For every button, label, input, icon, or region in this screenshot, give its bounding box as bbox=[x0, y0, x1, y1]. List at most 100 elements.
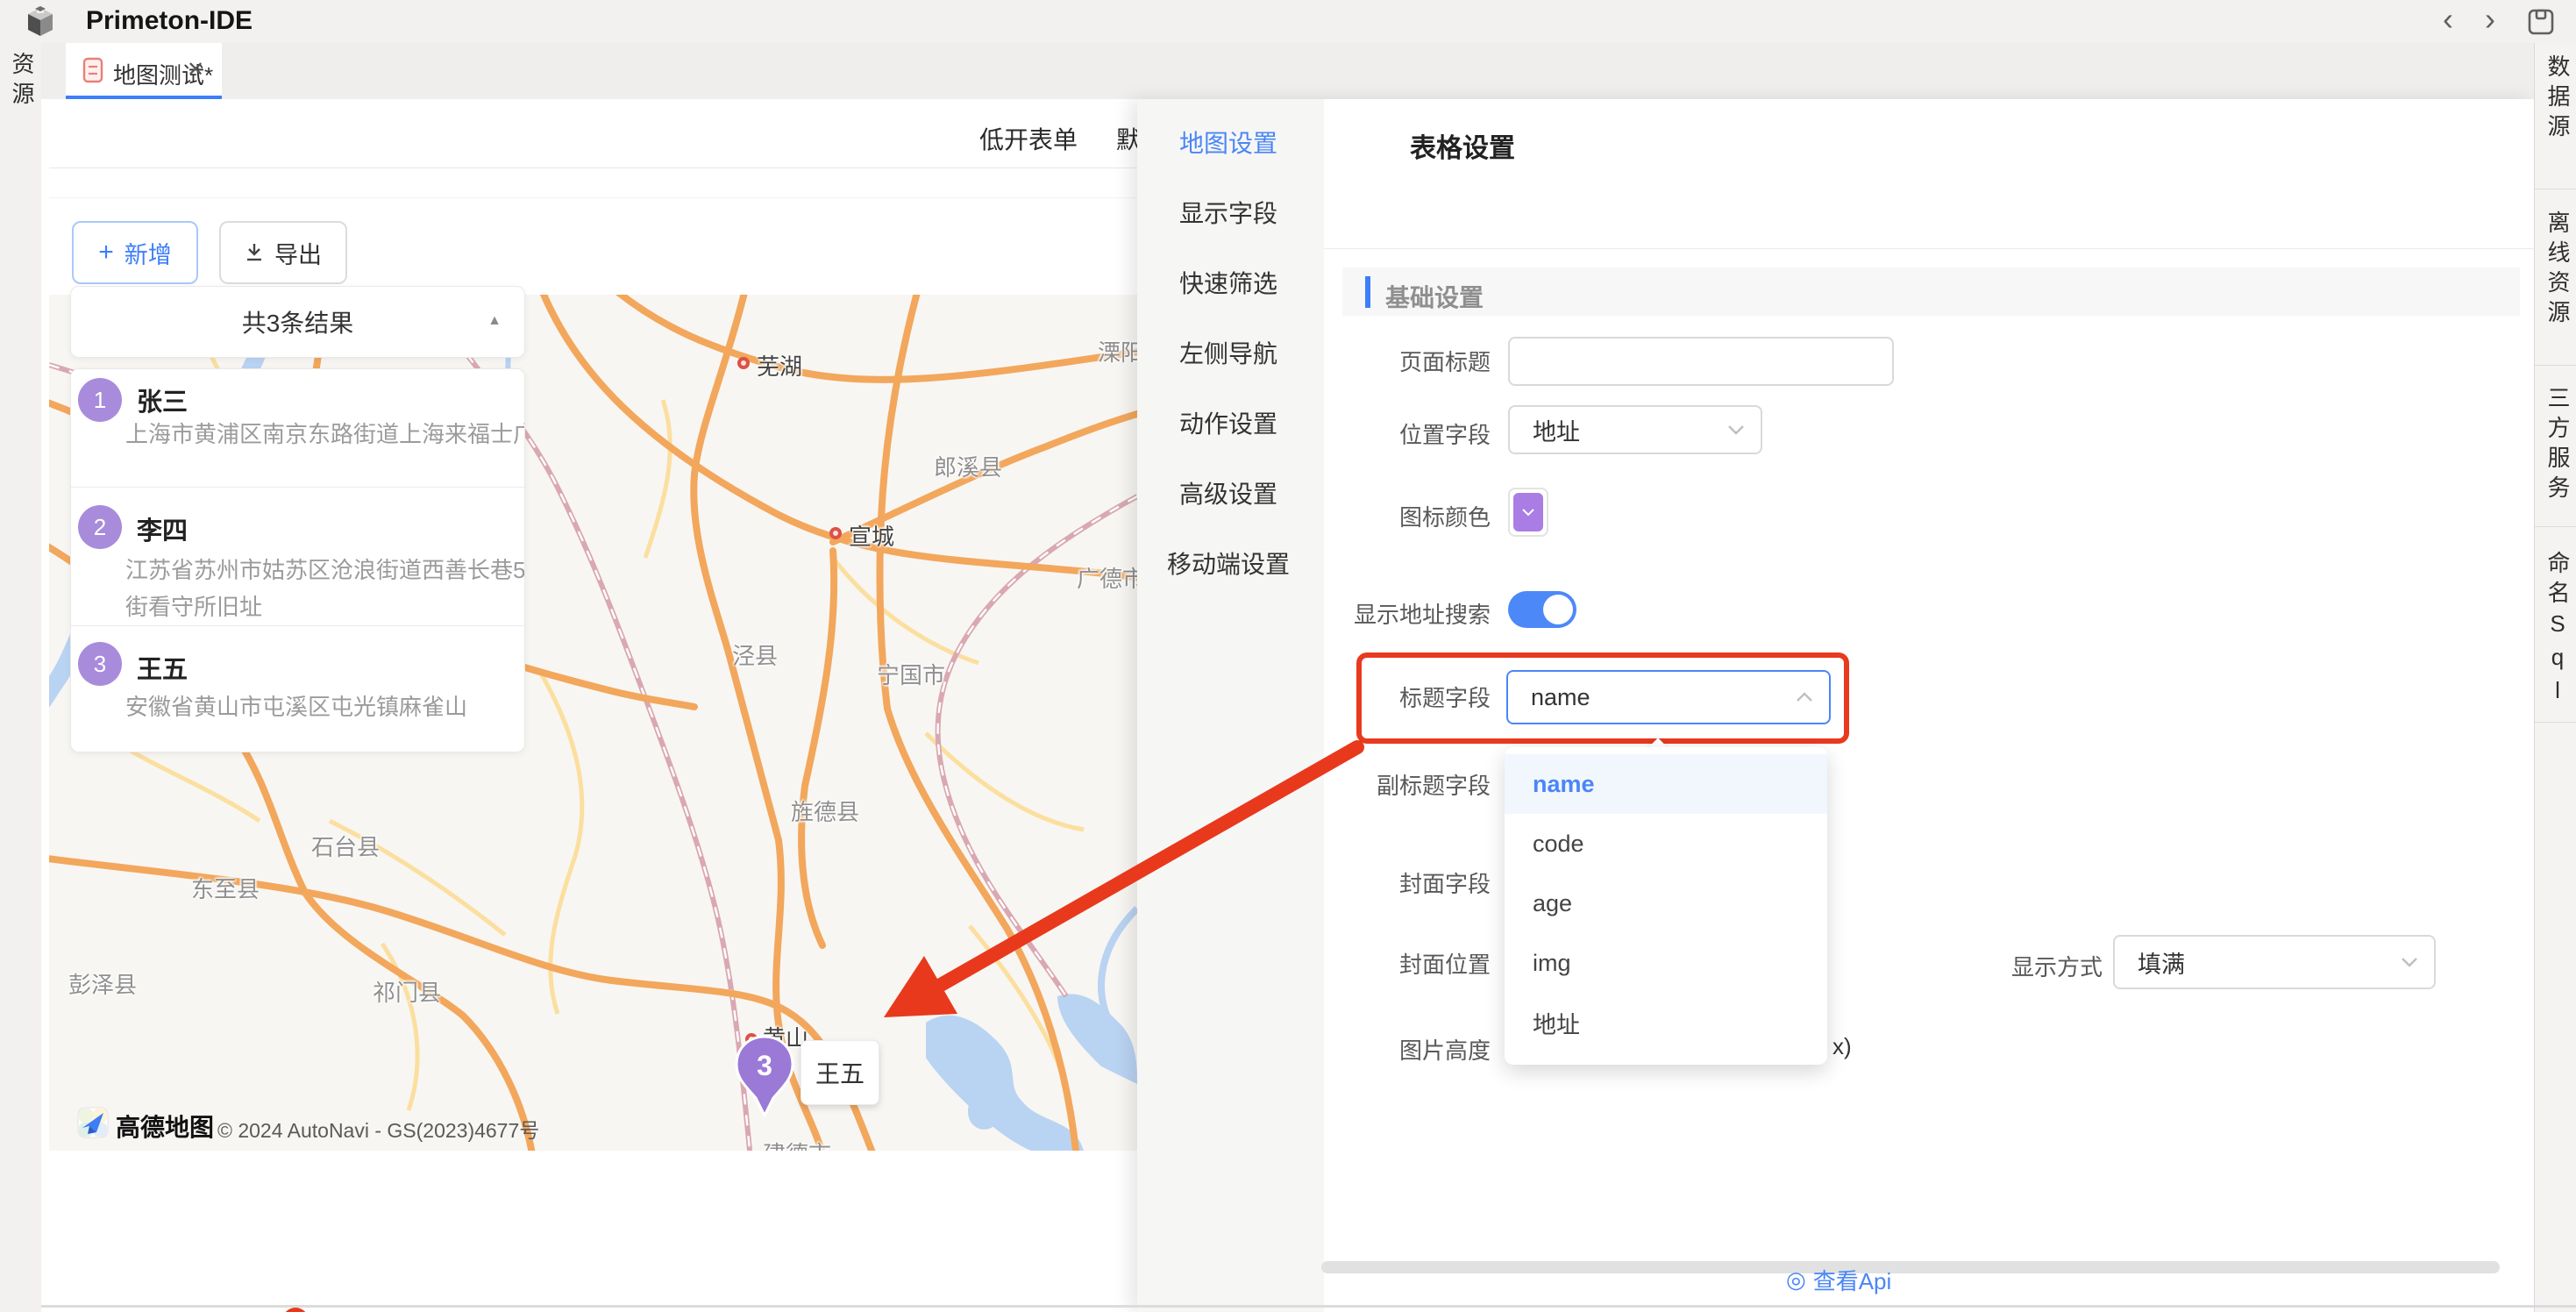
dropdown-option-img[interactable]: img bbox=[1505, 933, 1827, 993]
left-rail: 资源 bbox=[0, 43, 42, 1312]
add-button-label: 新增 bbox=[125, 236, 172, 270]
settings-nav-fields[interactable]: 显示字段 bbox=[1179, 195, 1277, 230]
view-api-link[interactable]: ◎ 查看Api bbox=[1786, 1264, 1891, 1296]
app-title: Primeton-IDE bbox=[86, 6, 253, 36]
eye-icon: ◎ bbox=[1786, 1266, 1806, 1294]
dropdown-option-age[interactable]: age bbox=[1505, 873, 1827, 933]
app-window: Primeton-IDE ‹ › 资源 地图测试* ✕ 低开表单 默 + 新增 bbox=[0, 0, 2576, 1312]
right-rail-item-thirdparty[interactable]: 三方服务 bbox=[2544, 386, 2571, 505]
history-back-button[interactable]: ‹ bbox=[2443, 0, 2453, 39]
item-address-line1: 江苏省苏州市姑苏区沧浪街道西善长巷5号司前 bbox=[125, 553, 525, 585]
section-accent-bar bbox=[1365, 276, 1370, 308]
amap-logo-icon bbox=[77, 1107, 109, 1138]
results-summary-text: 共3条结果 bbox=[242, 304, 354, 339]
address-search-toggle[interactable] bbox=[1508, 591, 1576, 628]
field-label-title-field: 标题字段 bbox=[1280, 681, 1491, 713]
map-label-county: 东至县 bbox=[191, 872, 260, 904]
map-label-county: 彭泽县 bbox=[68, 967, 137, 1000]
location-field-value: 地址 bbox=[1533, 413, 1580, 447]
left-rail-item-resources[interactable]: 资源 bbox=[9, 52, 35, 111]
page-title-input[interactable] bbox=[1508, 337, 1894, 386]
settings-nav-advanced[interactable]: 高级设置 bbox=[1179, 475, 1277, 510]
settings-nav-filter[interactable]: 快速筛选 bbox=[1179, 265, 1277, 300]
tab-bar bbox=[41, 43, 2534, 100]
chevron-up-icon bbox=[1796, 692, 1813, 702]
map-pin-marker[interactable]: 3 bbox=[735, 1033, 794, 1121]
settings-nav-actions[interactable]: 动作设置 bbox=[1179, 405, 1277, 440]
list-item[interactable]: 2 李四 江苏省苏州市姑苏区沧浪街道西善长巷5号司前 街看守所旧址 bbox=[71, 488, 524, 625]
settings-nav-mobile[interactable]: 移动端设置 bbox=[1167, 545, 1290, 581]
title-field-dropdown: name code age img 地址 bbox=[1505, 747, 1827, 1065]
card-top-border bbox=[49, 197, 1137, 198]
save-icon[interactable] bbox=[2527, 8, 2555, 36]
map-label-county: 石台县 bbox=[311, 830, 380, 862]
view-api-label: 查看Api bbox=[1813, 1264, 1892, 1296]
window-bottom-edge bbox=[41, 1305, 2576, 1308]
map-label-county: 建德市 bbox=[763, 1137, 831, 1151]
item-address: 安徽省黄山市屯溪区屯光镇麻雀山 bbox=[125, 689, 467, 722]
field-label-subtitle: 副标题字段 bbox=[1280, 768, 1491, 801]
dropdown-option-address[interactable]: 地址 bbox=[1505, 993, 1827, 1052]
plus-icon: + bbox=[98, 238, 114, 267]
field-label-location: 位置字段 bbox=[1280, 417, 1491, 450]
chevron-down-icon bbox=[1727, 424, 1745, 435]
tab-map-test[interactable]: 地图测试* ✕ bbox=[66, 43, 222, 99]
map-pin-number: 3 bbox=[757, 1050, 772, 1081]
right-rail-item-offline[interactable]: 离线资源 bbox=[2544, 210, 2571, 330]
map-label-county: 溧阳 bbox=[1098, 335, 1137, 367]
field-label-cover-field: 封面字段 bbox=[1280, 866, 1491, 899]
settings-nav-leftnav[interactable]: 左侧导航 bbox=[1179, 335, 1277, 370]
map-pin-label[interactable]: 王五 bbox=[801, 1040, 879, 1105]
field-label-cover-position: 封面位置 bbox=[1280, 947, 1491, 980]
list-item[interactable]: 3 王五 安徽省黄山市屯溪区屯光镇麻雀山 bbox=[71, 626, 524, 752]
tab-close-icon[interactable]: ✕ bbox=[187, 57, 204, 82]
item-number-badge: 1 bbox=[78, 378, 122, 422]
location-field-select[interactable]: 地址 bbox=[1508, 405, 1762, 454]
map-label-county: 宁国市 bbox=[877, 658, 945, 690]
settings-panel-title: 表格设置 bbox=[1410, 126, 1515, 165]
page-tab-lowcode-form[interactable]: 低开表单 bbox=[979, 121, 1078, 156]
top-bar: Primeton-IDE ‹ › bbox=[0, 0, 2576, 44]
history-forward-button[interactable]: › bbox=[2485, 0, 2495, 39]
icon-color-picker[interactable] bbox=[1508, 488, 1548, 537]
map-label-county: 郎溪县 bbox=[934, 450, 1002, 482]
display-mode-select[interactable]: 填满 bbox=[2113, 935, 2436, 989]
title-field-value: name bbox=[1531, 684, 1590, 711]
right-rail-item-datasource[interactable]: 数据源 bbox=[2544, 54, 2571, 144]
settings-divider bbox=[1324, 248, 2534, 249]
map-label-city: 芜湖 bbox=[757, 349, 802, 381]
field-label-page-title: 页面标题 bbox=[1280, 345, 1491, 377]
item-address-line2: 街看守所旧址 bbox=[125, 589, 262, 622]
item-name: 李四 bbox=[137, 510, 188, 547]
horizontal-scrollbar-thumb[interactable] bbox=[1321, 1261, 2500, 1273]
export-button[interactable]: 导出 bbox=[219, 221, 347, 284]
map-label-county: 旌德县 bbox=[791, 795, 859, 827]
dropdown-option-name[interactable]: name bbox=[1505, 754, 1827, 814]
map-label-county: 泾县 bbox=[732, 638, 778, 671]
chevron-down-icon bbox=[2401, 957, 2418, 967]
field-label-display-mode: 显示方式 bbox=[2011, 950, 2103, 982]
city-dot bbox=[737, 357, 750, 369]
map-attribution-brand: 高德地图 bbox=[116, 1109, 214, 1144]
icon-color-swatch bbox=[1513, 493, 1543, 531]
settings-nav-map[interactable]: 地图设置 bbox=[1179, 125, 1277, 160]
title-field-select[interactable]: name bbox=[1506, 670, 1831, 724]
section-title: 基础设置 bbox=[1385, 279, 1484, 314]
field-label-icon-color: 图标颜色 bbox=[1280, 500, 1491, 532]
city-dot bbox=[829, 527, 842, 539]
rail-divider bbox=[2535, 722, 2576, 723]
collapse-caret-icon[interactable]: ▲ bbox=[487, 313, 502, 329]
list-item[interactable]: 1 张三 上海市黄浦区南京东路街道上海来福士广场 bbox=[71, 369, 524, 487]
dropdown-option-code[interactable]: code bbox=[1505, 814, 1827, 873]
item-address: 上海市黄浦区南京东路街道上海来福士广场 bbox=[125, 417, 525, 449]
results-summary-header[interactable]: 共3条结果 ▲ bbox=[70, 286, 525, 358]
document-icon bbox=[82, 57, 103, 83]
item-number-badge: 3 bbox=[78, 642, 122, 686]
field-label-address-search: 显示地址搜索 bbox=[1280, 597, 1491, 630]
add-button[interactable]: + 新增 bbox=[72, 221, 198, 284]
right-rail-item-namedsql[interactable]: 命名Sql bbox=[2544, 551, 2571, 710]
export-button-label: 导出 bbox=[274, 236, 322, 270]
map-label-county: 广德市 bbox=[1077, 561, 1137, 594]
download-icon bbox=[245, 242, 264, 263]
rail-divider bbox=[2535, 365, 2576, 366]
